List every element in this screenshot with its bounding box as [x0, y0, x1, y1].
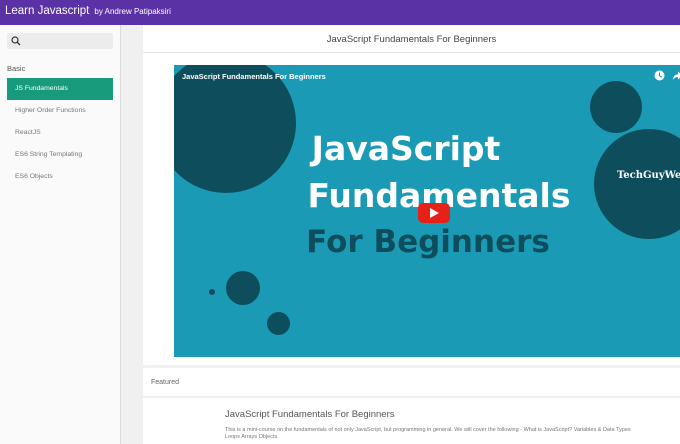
section-label-basic: Basic — [7, 64, 26, 73]
sidebar-item-reactjs[interactable]: ReactJS — [7, 122, 113, 144]
page-title: JavaScript Fundamentals For Beginners — [326, 34, 497, 45]
thumbnail-line-3: For Beginners — [306, 224, 550, 260]
app-title[interactable]: Learn Javascript — [5, 5, 89, 17]
featured-title[interactable]: JavaScript Fundamentals For Beginners — [225, 409, 395, 420]
featured-label: Featured — [151, 379, 180, 386]
decor-circle — [267, 312, 290, 335]
featured-description: This is a mini-course on the fundamental… — [225, 427, 631, 440]
sidebar-item-es6-objects[interactable]: ES6 Objects — [7, 166, 113, 188]
search-icon — [11, 36, 21, 46]
sidebar-item-js-fundamentals[interactable]: JS Fundamentals — [7, 78, 113, 100]
watch-later-icon[interactable] — [654, 70, 665, 81]
lesson-card: JavaScript Fundamentals For Beginners Ja… — [143, 25, 680, 365]
brand-logo-text: TechGuyWeb — [617, 170, 680, 181]
share-icon[interactable] — [672, 70, 680, 81]
main-content: JavaScript Fundamentals For Beginners Ja… — [121, 25, 680, 444]
thumbnail-line-1: JavaScript — [311, 129, 501, 168]
app-author: by Andrew Patipaksiri — [94, 7, 171, 16]
featured-header: Featured — [143, 368, 680, 396]
divider — [143, 52, 680, 53]
video-title[interactable]: JavaScript Fundamentals For Beginners — [182, 72, 326, 81]
decor-circle — [209, 289, 215, 295]
search-input[interactable] — [25, 34, 109, 48]
search-box[interactable] — [7, 33, 113, 49]
play-icon[interactable] — [418, 203, 450, 223]
featured-card[interactable]: JavaScript Fundamentals For Beginners Th… — [143, 398, 680, 444]
sidebar: Basic JS Fundamentals Higher Order Funct… — [0, 25, 121, 444]
video-player[interactable]: JavaScript Fundamentals For Beginners Ja… — [174, 65, 680, 357]
decor-circle — [590, 81, 642, 133]
top-app-bar: Learn Javascript by Andrew Patipaksiri — [0, 0, 680, 25]
decor-circle — [226, 271, 260, 305]
sidebar-item-higher-order-functions[interactable]: Higher Order Functions — [7, 100, 113, 122]
sidebar-item-es6-string-templating[interactable]: ES6 String Templating — [7, 144, 113, 166]
sidebar-nav: JS Fundamentals Higher Order Functions R… — [7, 78, 113, 188]
